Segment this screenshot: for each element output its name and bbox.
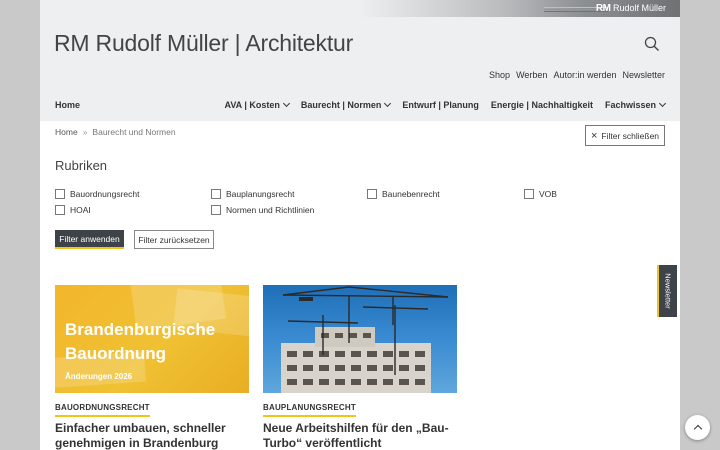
chevron-down-icon [282, 99, 290, 108]
rubriken-heading: Rubriken [55, 158, 108, 173]
checkbox-label: Normen und Richtlinien [226, 205, 315, 215]
breadcrumb-current: Baurecht und Normen [92, 127, 176, 137]
checkbox-box[interactable] [211, 189, 221, 199]
breadcrumb-home[interactable]: Home [55, 127, 78, 137]
filter-close-button[interactable]: × Filter schließen [585, 125, 665, 146]
nav-entwurf-planung[interactable]: Entwurf | Planung [402, 100, 479, 110]
scroll-to-top-button[interactable] [685, 415, 710, 440]
filter-close-label: Filter schließen [601, 130, 660, 141]
checkbox-box[interactable] [55, 189, 65, 199]
nav-baurecht-normen[interactable]: Baurecht | Normen [300, 99, 392, 110]
checkbox-box[interactable] [55, 205, 65, 215]
checkbox-bauordnungsrecht[interactable]: Bauordnungsrecht [55, 189, 139, 199]
filter-reset-button[interactable]: Filter zurücksetzen [134, 230, 214, 249]
meta-nav-werben[interactable]: Werben [516, 70, 547, 80]
checkbox-baunebenrecht[interactable]: Baunebenrecht [367, 189, 440, 199]
checkbox-hoai[interactable]: HOAI [55, 205, 91, 215]
checkbox-box[interactable] [211, 205, 221, 215]
meta-nav-newsletter[interactable]: Newsletter [622, 70, 665, 80]
nav-home[interactable]: Home [55, 100, 80, 110]
nav-label: Fachwissen [604, 100, 656, 110]
filter-apply-button[interactable]: Filter anwenden [55, 230, 124, 249]
nav-label: Entwurf | Planung [402, 100, 479, 110]
brand-strip: RM Rudolf Müller [360, 0, 680, 17]
article-category[interactable]: BAUORDNUNGSRECHT [55, 403, 150, 417]
article-image[interactable] [263, 285, 457, 393]
checkbox-box[interactable] [367, 189, 377, 199]
meta-nav-shop[interactable]: Shop [489, 70, 510, 80]
search-icon[interactable] [644, 36, 660, 52]
checkbox-normen-richtlinien[interactable]: Normen und Richtlinien [211, 205, 314, 215]
checkbox-label: Bauordnungsrecht [70, 189, 140, 199]
article-title[interactable]: Neue Arbeitshilfen für den „Bau-Turbo“ v… [263, 421, 457, 450]
meta-nav-autor[interactable]: Autor:in werden [553, 70, 616, 80]
nav-label: Energie | Nachhaltigkeit [490, 100, 593, 110]
nav-energie-nachhaltigkeit[interactable]: Energie | Nachhaltigkeit [491, 100, 593, 110]
brand-logo-mark: RM [595, 3, 611, 14]
image-title-line2: Bauordnung [65, 344, 167, 363]
checkbox-label: Bauplanungsrecht [226, 189, 295, 199]
nav-label: AVA | Kosten [224, 100, 280, 110]
article-image[interactable]: Brandenburgische Bauordnung Änderungen 2… [55, 285, 249, 393]
brand-logo[interactable]: RM Rudolf Müller [596, 2, 666, 15]
article-card[interactable]: Brandenburgische Bauordnung Änderungen 2… [55, 285, 249, 450]
brand-logo-text: Rudolf Müller [612, 3, 666, 13]
main-nav: Home AVA | Kosten Baurecht | Normen Entw… [55, 99, 667, 114]
breadcrumb-separator: » [82, 127, 88, 137]
article-category[interactable]: BAUPLANUNGSRECHT [263, 403, 356, 417]
crane-illustration [281, 286, 449, 393]
checkbox-label: VOB [539, 189, 557, 199]
checkbox-label: HOAI [70, 205, 91, 215]
meta-nav: Shop Werben Autor:in werden Newsletter [489, 70, 665, 80]
site-header: RM Rudolf Müller RM Rudolf Müller | Arch… [40, 0, 680, 121]
nav-label: Baurecht | Normen [300, 100, 382, 110]
nav-ava-kosten[interactable]: AVA | Kosten [224, 99, 290, 110]
checkbox-box[interactable] [524, 189, 534, 199]
site-title[interactable]: RM Rudolf Müller | Architektur [54, 30, 353, 57]
page: RM Rudolf Müller RM Rudolf Müller | Arch… [40, 0, 680, 450]
checkbox-vob[interactable]: VOB [524, 189, 557, 199]
article-card[interactable]: BAUPLANUNGSRECHT Neue Arbeitshilfen für … [263, 285, 457, 450]
image-title-line1: Brandenburgische [65, 320, 216, 339]
checkbox-label: Baunebenrecht [382, 189, 440, 199]
chevron-up-icon [693, 424, 703, 434]
nav-fachwissen[interactable]: Fachwissen [604, 99, 667, 110]
breadcrumb: Home » Baurecht und Normen [55, 127, 176, 137]
chevron-down-icon [658, 99, 667, 108]
image-subtitle: Änderungen 2026 [65, 372, 133, 381]
newsletter-side-tab[interactable]: Newsletter [657, 265, 677, 317]
chevron-down-icon [384, 99, 392, 108]
checkbox-bauplanungsrecht[interactable]: Bauplanungsrecht [211, 189, 295, 199]
article-title[interactable]: Einfacher umbauen, schneller genehmigen … [55, 421, 249, 450]
close-icon: × [590, 129, 598, 142]
main-nav-items: AVA | Kosten Baurecht | Normen Entwurf |… [224, 99, 667, 110]
newsletter-tab-label: Newsletter [663, 273, 673, 309]
